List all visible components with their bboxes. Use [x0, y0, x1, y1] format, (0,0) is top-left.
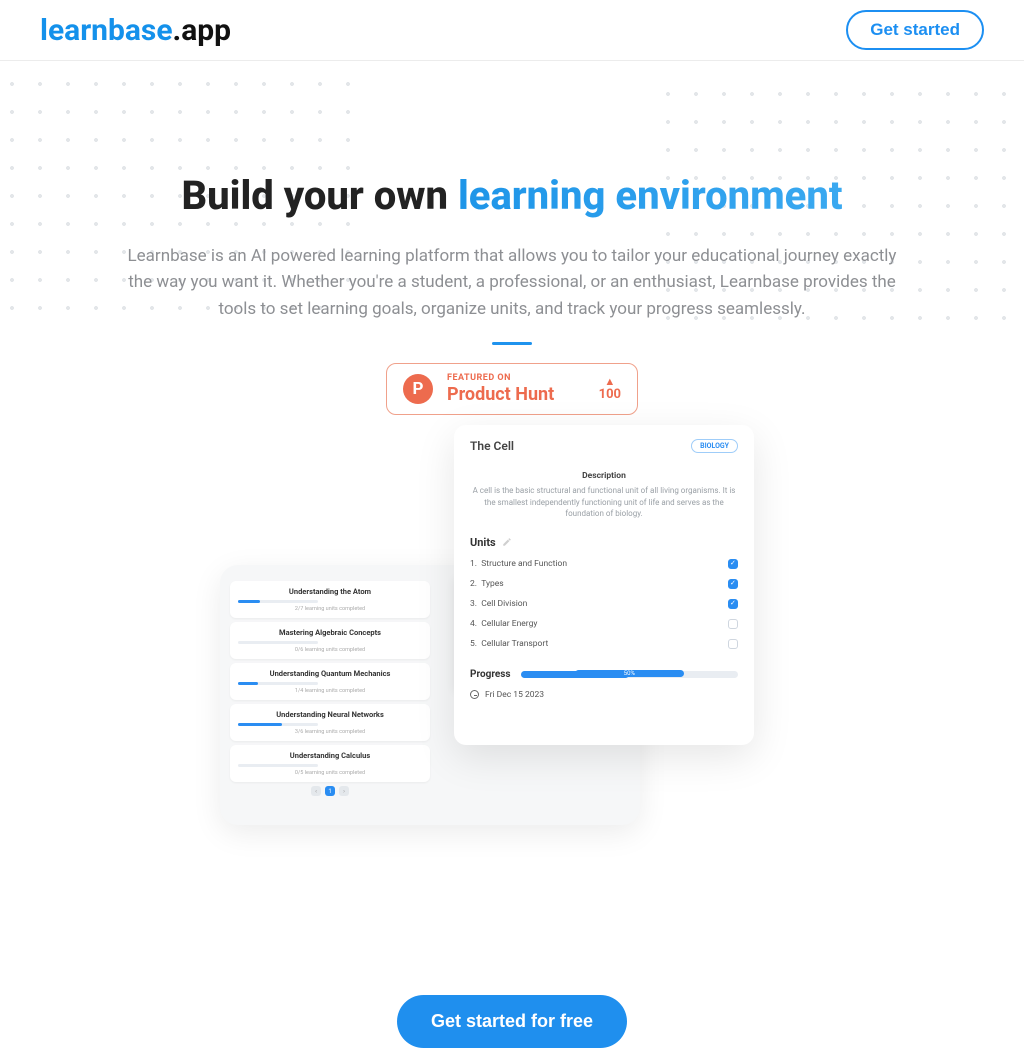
unit-row[interactable]: 2. Types: [470, 579, 738, 589]
goal-title: Mastering Algebraic Concepts: [238, 628, 422, 637]
progress-bar: 50%: [521, 671, 738, 678]
site-header: learnbase.app Get started: [0, 0, 1024, 61]
goal-progress-bar: [238, 764, 318, 767]
hero-divider: [492, 342, 532, 345]
checkbox-icon[interactable]: [728, 599, 738, 609]
hero-illustration: Understanding the Atom 2/7 learning unit…: [60, 425, 964, 845]
producthunt-badge[interactable]: P FEATURED ON Product Hunt ▲ 100: [386, 363, 638, 415]
brand-logo[interactable]: learnbase.app: [40, 13, 231, 48]
hero-section: Build your own learning environment Lear…: [0, 61, 1024, 845]
goal-title: Understanding Neural Networks: [238, 710, 422, 719]
bottom-cta-section: Get started for free: [0, 995, 1024, 1048]
goal-progress-bar: [238, 600, 318, 603]
goal-subtext: 0/6 learning units completed: [238, 647, 422, 653]
goal-subtext: 0/5 learning units completed: [238, 770, 422, 776]
edit-icon[interactable]: [502, 537, 512, 547]
producthunt-name: Product Hunt: [447, 386, 554, 404]
checkbox-icon[interactable]: [728, 559, 738, 569]
producthunt-text: FEATURED ON Product Hunt: [447, 374, 554, 404]
get-started-free-button[interactable]: Get started for free: [397, 995, 627, 1048]
goal-card[interactable]: Understanding Neural Networks 3/6 learni…: [230, 704, 430, 741]
description-header: Description: [470, 471, 738, 481]
goals-pager: ‹ 1 ›: [230, 786, 430, 796]
goal-subtext: 1/4 learning units completed: [238, 688, 422, 694]
detail-title: The Cell: [470, 439, 514, 453]
goal-card[interactable]: Understanding the Atom 2/7 learning unit…: [230, 581, 430, 618]
pager-next[interactable]: ›: [339, 786, 349, 796]
unit-row[interactable]: 4. Cellular Energy: [470, 619, 738, 629]
checkbox-icon[interactable]: [728, 579, 738, 589]
detail-tag: BIOLOGY: [691, 439, 738, 453]
unit-row[interactable]: 3. Cell Division: [470, 599, 738, 609]
unit-row[interactable]: 1. Structure and Function: [470, 559, 738, 569]
pager-prev[interactable]: ‹: [311, 786, 321, 796]
brand-part1: learnbase: [40, 13, 173, 48]
producthunt-icon: P: [403, 374, 433, 404]
goal-subtext: 3/6 learning units completed: [238, 729, 422, 735]
goal-card[interactable]: Understanding Quantum Mechanics 1/4 lear…: [230, 663, 430, 700]
goal-subtext: 2/7 learning units completed: [238, 606, 422, 612]
goal-card[interactable]: Understanding Calculus 0/5 learning unit…: [230, 745, 430, 782]
unit-row[interactable]: 5. Cellular Transport: [470, 639, 738, 649]
checkbox-icon[interactable]: [728, 639, 738, 649]
detail-date: Fri Dec 15 2023: [470, 690, 738, 700]
clock-icon: [470, 690, 479, 699]
producthunt-featured: FEATURED ON: [447, 374, 554, 383]
upvote-icon: ▲: [599, 376, 621, 387]
hero-title-highlight: learning environment: [458, 172, 843, 219]
goal-progress-bar: [238, 682, 318, 685]
progress-row: Progress 50%: [470, 669, 738, 680]
goal-title: Understanding Calculus: [238, 751, 422, 760]
goal-progress-bar: [238, 723, 318, 726]
checkbox-icon[interactable]: [728, 619, 738, 629]
producthunt-votes: 100: [599, 387, 621, 402]
units-header: Units: [470, 536, 738, 549]
goal-progress-bar: [238, 641, 318, 644]
hero-subtitle: Learnbase is an AI powered learning plat…: [122, 243, 902, 322]
pager-current[interactable]: 1: [325, 786, 335, 796]
goal-title: Understanding the Atom: [238, 587, 422, 596]
goal-title: Understanding Quantum Mechanics: [238, 669, 422, 678]
hero-title-plain: Build your own: [181, 172, 457, 219]
brand-part2: .app: [173, 13, 232, 48]
producthunt-vote: ▲ 100: [599, 376, 621, 402]
goal-card[interactable]: Mastering Algebraic Concepts 0/6 learnin…: [230, 622, 430, 659]
get-started-button[interactable]: Get started: [846, 10, 984, 50]
hero-title: Build your own learning environment: [60, 171, 964, 221]
description-text: A cell is the basic structural and funct…: [470, 485, 738, 520]
unit-detail-card: The Cell BIOLOGY Description A cell is t…: [454, 425, 754, 745]
